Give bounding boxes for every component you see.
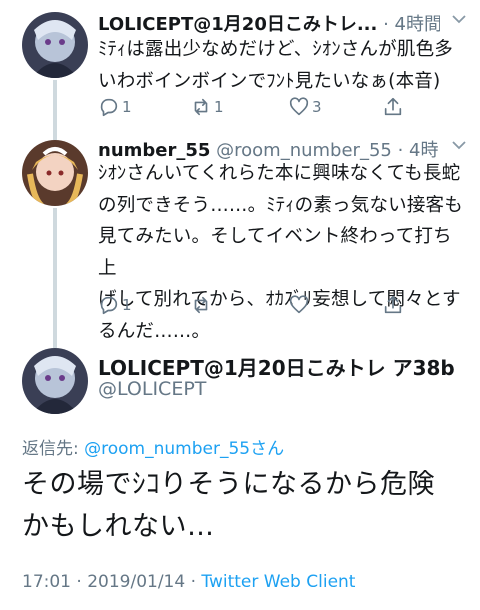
chevron-down-icon[interactable] bbox=[452, 12, 466, 28]
share-button[interactable] bbox=[382, 290, 404, 320]
thread-line bbox=[53, 338, 57, 348]
avatar[interactable] bbox=[22, 348, 88, 414]
share-icon bbox=[384, 97, 402, 116]
handle[interactable]: @LOLICEPT bbox=[98, 378, 206, 400]
reply-button[interactable]: 1 bbox=[98, 290, 132, 320]
tweet-text-line: ﾐﾃｨは露出少なめだけど、ｼｵﾝさんが肌色多 bbox=[98, 39, 453, 60]
tweet-footer: 17:01 · 2019/01/14 · Twitter Web Client bbox=[22, 572, 355, 592]
retweet-icon bbox=[194, 296, 208, 314]
tweet-text-line: の列できそう……。ﾐﾃｨの素っ気ない接客も bbox=[98, 194, 463, 216]
like-button[interactable]: 3 bbox=[288, 92, 322, 122]
display-name[interactable]: LOLICEPT@1月20日こみトレ... bbox=[98, 14, 377, 35]
avatar[interactable] bbox=[22, 12, 88, 78]
tweet-text: その場でｼｺりそうになるから危険 かもしれない… bbox=[22, 464, 468, 548]
reply-to-link[interactable]: @room_number_55 bbox=[84, 439, 250, 459]
tweet-text-line: その場でｼｺりそうになるから危険 bbox=[22, 469, 435, 500]
reply-icon bbox=[100, 296, 118, 315]
reply-to: 返信先: @room_number_55さん bbox=[22, 434, 284, 459]
like-count: 3 bbox=[312, 98, 322, 116]
reply-to-suffix[interactable]: さん bbox=[250, 439, 284, 459]
reply-button[interactable]: 1 bbox=[98, 92, 132, 122]
client-link[interactable]: Twitter Web Client bbox=[201, 572, 355, 592]
tweet-header: LOLICEPT@1月20日こみトレ... · 4時間 bbox=[98, 10, 440, 36]
chevron-down-icon[interactable] bbox=[452, 138, 466, 154]
avatar[interactable] bbox=[22, 140, 88, 206]
retweet-button[interactable] bbox=[190, 290, 212, 320]
thread-line bbox=[53, 80, 57, 128]
timestamp[interactable]: · 4時間 bbox=[383, 14, 440, 35]
thread-line bbox=[53, 208, 57, 338]
tweet-1[interactable]: LOLICEPT@1月20日こみトレ... · 4時間 ﾐﾃｨは露出少なめだけど… bbox=[0, 0, 480, 128]
tweet-text: ﾐﾃｨは露出少なめだけど、ｼｵﾝさんが肌色多 いわボインボインでﾌﾝﾄ見たいなぁ… bbox=[98, 34, 468, 97]
like-icon bbox=[289, 295, 309, 314]
reply-icon bbox=[100, 98, 118, 117]
share-icon bbox=[384, 295, 402, 314]
tweet-2[interactable]: number_55 @room_number_55 · 4時間 ｼｵﾝさんいてく… bbox=[0, 128, 480, 342]
tweet-actions: 1 1 3 bbox=[98, 92, 440, 122]
reply-count: 1 bbox=[122, 296, 132, 314]
display-name[interactable]: LOLICEPT@1月20日こみトレ ア38b bbox=[98, 352, 455, 381]
tweet-text-line: かもしれない… bbox=[22, 511, 215, 542]
retweet-icon bbox=[194, 98, 208, 116]
retweet-button[interactable]: 1 bbox=[190, 92, 224, 122]
share-button[interactable] bbox=[382, 92, 404, 122]
like-button[interactable] bbox=[288, 290, 310, 320]
tweet-text-line: ｼｵﾝさんいてくれらた本に興味なくても長蛇 bbox=[98, 163, 461, 184]
tweet-actions: 1 bbox=[98, 290, 440, 320]
timestamp: 17:01 · 2019/01/14 · bbox=[22, 572, 202, 592]
main-tweet: LOLICEPT@1月20日こみトレ ア38b @LOLICEPT 返信先: @… bbox=[0, 338, 480, 610]
reply-count: 1 bbox=[122, 98, 132, 116]
tweet-text-line: 見てみたい。そしてイベント終わって打ち上 bbox=[98, 226, 452, 279]
thread-line bbox=[53, 128, 57, 140]
like-icon bbox=[289, 97, 309, 116]
retweet-count: 1 bbox=[214, 98, 224, 116]
reply-to-prefix: 返信先: bbox=[22, 439, 85, 459]
